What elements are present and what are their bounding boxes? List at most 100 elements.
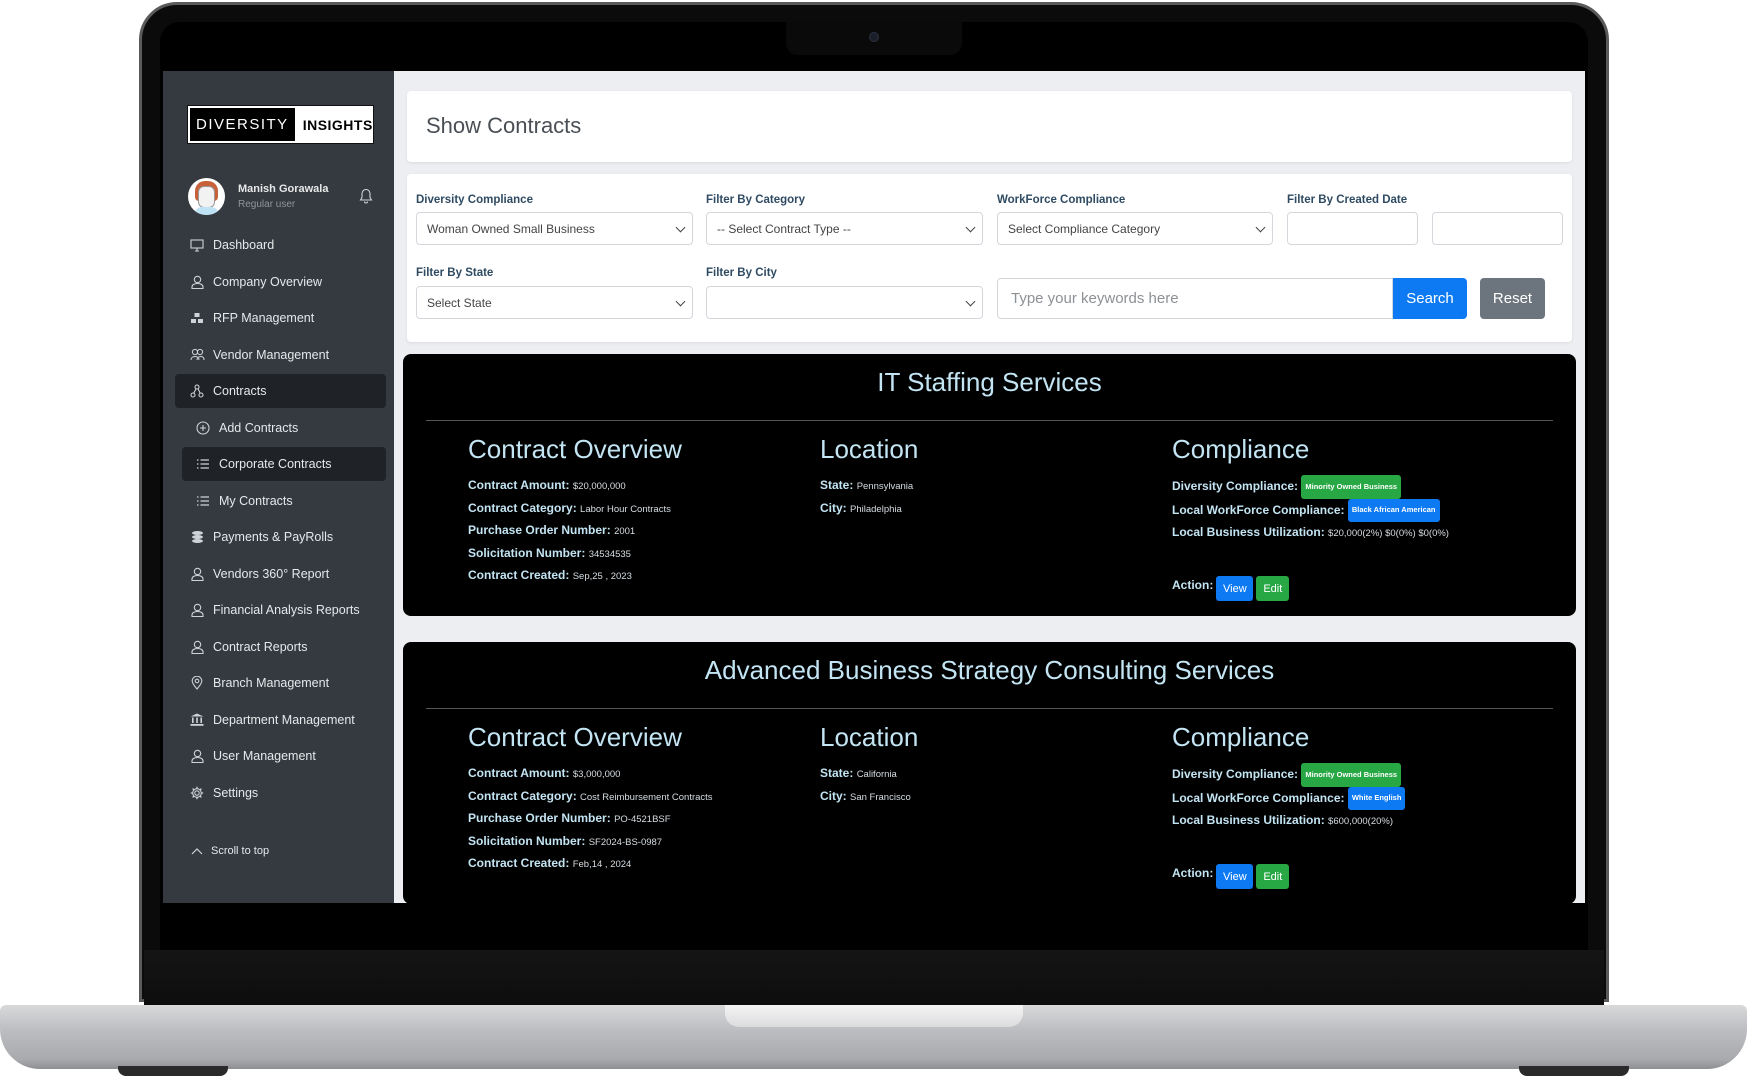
diversity-compliance-row: Diversity Compliance: Minority Owned Bus…	[1172, 763, 1405, 787]
state-filter-select[interactable]: Select State	[416, 286, 693, 319]
city-filter-label: Filter By City	[706, 267, 777, 279]
created-date-label: Filter By Created Date	[1287, 194, 1408, 206]
laptop-foot	[118, 1066, 228, 1076]
state-value: California	[856, 769, 897, 780]
solicitation-number-value: 34534535	[588, 548, 631, 560]
sidebar-item-payments-payrolls[interactable]: Payments & PayRolls	[175, 520, 386, 554]
business-utilization-row: Local Business Utilization: $20,000(2%) …	[1172, 525, 1449, 539]
diversity-compliance-value: Woman Owned Small Business	[427, 221, 595, 236]
category-filter-label: Filter By Category	[706, 194, 806, 206]
sidebar-item-financial-analysis-reports[interactable]: Financial Analysis Reports	[175, 593, 386, 627]
contract-created-value: Sep,25 , 2023	[572, 571, 632, 582]
sidebar-item-company-overview[interactable]: Company Overview	[175, 265, 386, 299]
avatar[interactable]	[188, 177, 225, 215]
category-filter-select[interactable]: -- Select Contract Type --	[706, 212, 983, 245]
sidebar-item-label: Add Contracts	[219, 420, 299, 435]
page-header: Show Contracts	[407, 91, 1572, 162]
gear-icon	[189, 785, 205, 801]
purchase-order-row: Purchase Order Number: PO-4521BSF	[468, 811, 671, 825]
section-heading: Contract Overview	[468, 722, 682, 752]
reset-button[interactable]: Reset	[1480, 278, 1545, 319]
sidebar-item-label: User Management	[213, 749, 316, 763]
sidebar-item-vendors-360-report[interactable]: Vendors 360° Report	[175, 557, 386, 591]
contract-amount-value: $3,000,000	[572, 769, 621, 780]
diversity-compliance-select[interactable]: Woman Owned Small Business	[416, 212, 693, 245]
city-row: City: San Francisco	[820, 788, 911, 803]
sidebar-item-contracts[interactable]: Contracts	[175, 374, 386, 408]
state-value: Pennsylvania	[856, 481, 914, 492]
sidebar-item-label: Company Overview	[213, 274, 323, 289]
purchase-order-value: PO-4521BSF	[614, 814, 671, 825]
brand-logo-part1: DIVERSITY	[190, 108, 295, 141]
page-title: Show Contracts	[426, 113, 582, 138]
sidebar-item-dashboard[interactable]: Dashboard	[175, 228, 386, 262]
chevron-down-icon	[965, 296, 976, 307]
sidebar-item-my-contracts[interactable]: My Contracts	[182, 484, 386, 518]
laptop-foot	[1519, 1066, 1629, 1076]
brand-logo[interactable]: DIVERSITY INSIGHTS	[187, 105, 374, 144]
edit-button[interactable]: Edit	[1256, 576, 1290, 601]
view-button[interactable]: View	[1216, 576, 1254, 601]
contract-overview-section: Contract Overview Contract Amount: $3,00…	[468, 722, 713, 876]
sidebar-item-label: Branch Management	[213, 676, 330, 690]
plus-circle-icon	[195, 420, 211, 436]
laptop-opening-notch	[725, 1005, 1023, 1027]
search-placeholder: Type your keywords here	[1011, 290, 1179, 307]
workforce-badge: White English	[1347, 786, 1406, 810]
sidebar-item-corporate-contracts[interactable]: Corporate Contracts	[182, 447, 386, 481]
sidebar: DIVERSITY INSIGHTS Manish Gorawala Regul…	[163, 71, 394, 903]
search-button[interactable]: Search	[1393, 278, 1467, 319]
list-icon	[195, 456, 211, 472]
sidebar-item-user-management[interactable]: User Management	[175, 739, 386, 773]
keyword-search-input[interactable]: Type your keywords here	[997, 278, 1393, 319]
screen: DIVERSITY INSIGHTS Manish Gorawala Regul…	[163, 71, 1585, 903]
section-heading: Compliance	[1172, 722, 1310, 752]
sidebar-item-branch-management[interactable]: Branch Management	[175, 666, 386, 700]
diversity-badge: Minority Owned Business	[1301, 763, 1402, 787]
chevron-down-icon	[965, 222, 976, 233]
diagram-icon	[189, 383, 205, 399]
city-filter-select[interactable]	[706, 286, 983, 319]
created-date-from-input[interactable]	[1287, 212, 1418, 245]
bell-icon[interactable]	[359, 188, 373, 204]
action-label: Action:	[1172, 865, 1214, 880]
section-heading: Location	[820, 722, 919, 752]
sidebar-item-label: Corporate Contracts	[219, 457, 332, 471]
sidebar-item-vendor-management[interactable]: Vendor Management	[175, 338, 386, 372]
sidebar-item-label: Department Management	[213, 712, 355, 727]
state-filter-value: Select State	[427, 295, 492, 310]
scroll-to-top-button[interactable]: Scroll to top	[189, 843, 269, 859]
contract-category-row: Contract Category: Labor Hour Contracts	[468, 500, 671, 515]
sidebar-item-label: Payments & PayRolls	[213, 530, 334, 544]
sidebar-item-add-contracts[interactable]: Add Contracts	[182, 411, 386, 445]
workforce-compliance-label: WorkForce Compliance	[997, 194, 1126, 206]
main-content: Show Contracts Diversity Compliance Woma…	[394, 71, 1585, 903]
section-heading: Contract Overview	[468, 434, 682, 464]
edit-button[interactable]: Edit	[1256, 864, 1290, 889]
sidebar-item-label: Contracts	[213, 384, 267, 398]
location-section: Location State: California City: San Fra…	[820, 722, 918, 808]
diversity-compliance-row: Diversity Compliance: Minority Owned Bus…	[1172, 475, 1449, 499]
category-filter-value: -- Select Contract Type --	[717, 221, 851, 236]
sidebar-item-label: Financial Analysis Reports	[213, 603, 360, 617]
sidebar-item-rfp-management[interactable]: RFP Management	[175, 301, 386, 335]
section-heading: Compliance	[1172, 434, 1310, 464]
filter-panel: Diversity Compliance Woman Owned Small B…	[407, 174, 1572, 342]
monitor-icon	[189, 237, 205, 253]
view-button[interactable]: View	[1216, 864, 1254, 889]
sidebar-item-department-management[interactable]: Department Management	[175, 703, 386, 737]
sidebar-item-label: My Contracts	[219, 493, 293, 508]
contract-card: Advanced Business Strategy Consulting Se…	[403, 642, 1576, 903]
sidebar-item-contract-reports[interactable]: Contract Reports	[175, 630, 386, 664]
sidebar-item-label: Settings	[213, 785, 259, 800]
workforce-badge: Black African American	[1347, 498, 1440, 522]
contract-created-row: Contract Created: Sep,25 , 2023	[468, 568, 632, 582]
created-date-to-input[interactable]	[1432, 212, 1563, 245]
sidebar-item-settings[interactable]: Settings	[175, 776, 386, 810]
city-value: San Francisco	[850, 791, 911, 803]
purchase-order-row: Purchase Order Number: 2001	[468, 523, 636, 537]
user-icon	[189, 602, 205, 618]
contract-card: IT Staffing Services Contract Overview C…	[403, 354, 1576, 616]
workforce-compliance-select[interactable]: Select Compliance Category	[997, 212, 1273, 245]
action-label: Action:	[1172, 577, 1214, 592]
